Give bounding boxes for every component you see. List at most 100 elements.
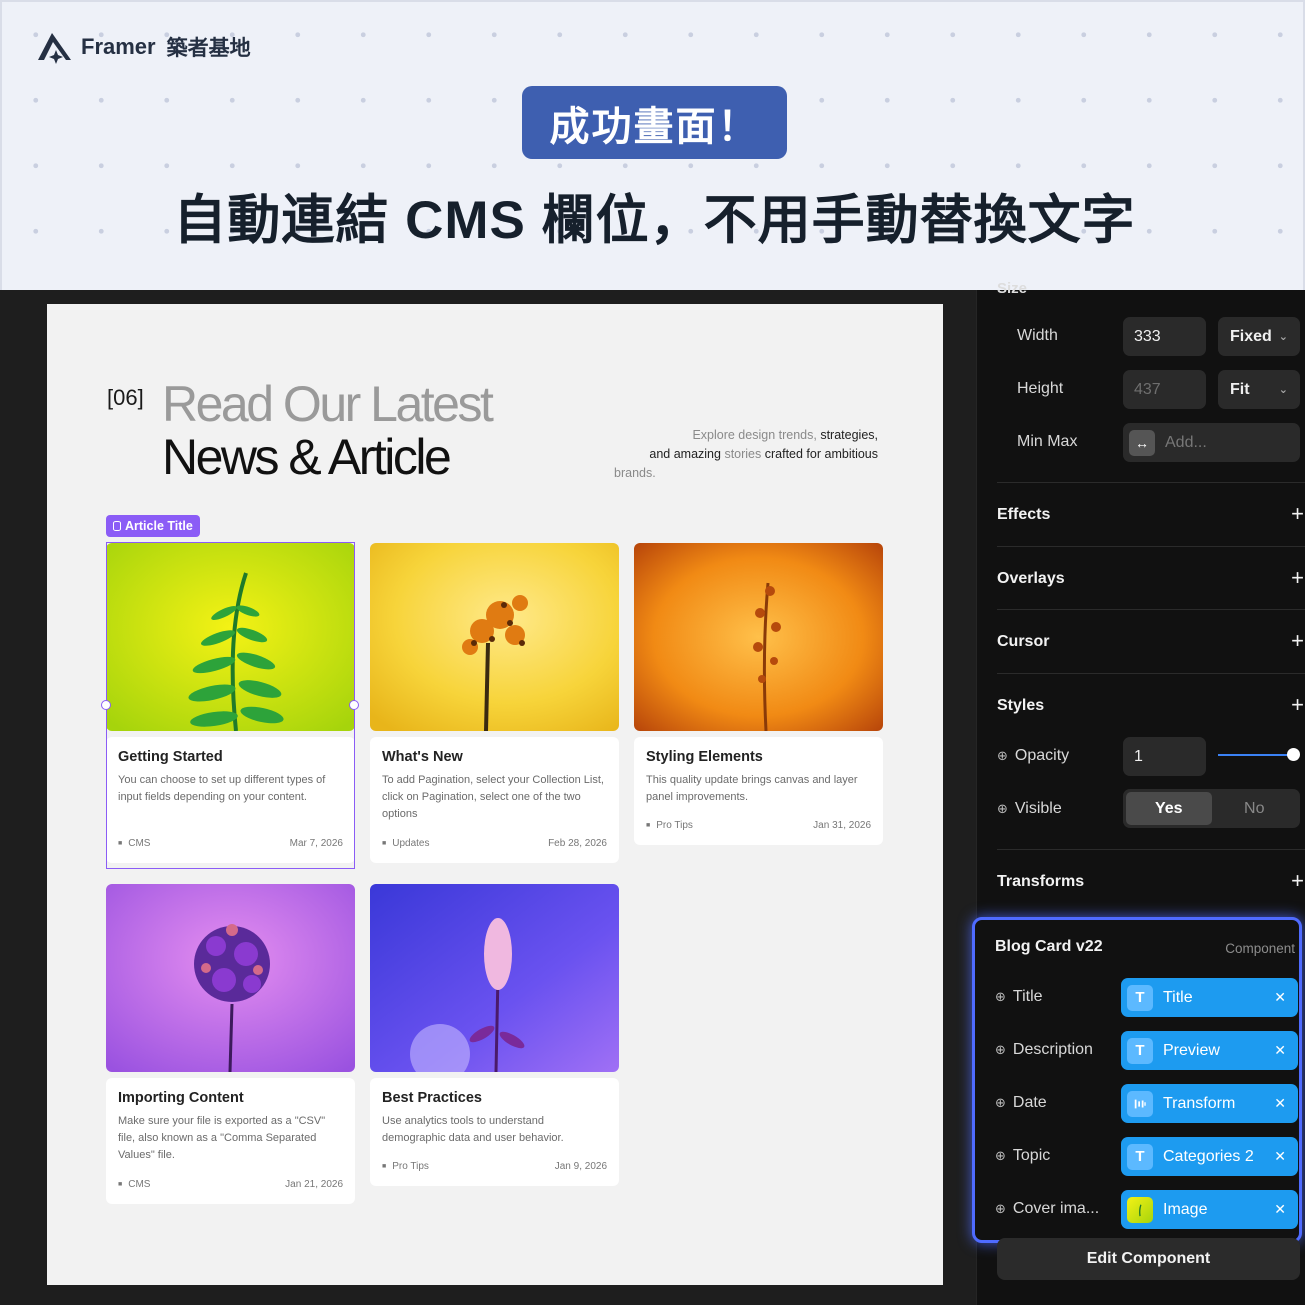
add-icon[interactable]: +: [1291, 692, 1304, 718]
chevron-down-icon: ⌄: [1278, 384, 1288, 396]
close-icon[interactable]: ✕: [1274, 1095, 1286, 1112]
prop-label-title: Title: [995, 988, 1043, 1006]
blog-card[interactable]: Best Practices Use analytics tools to un…: [370, 884, 619, 1186]
binding-value: Title: [1163, 988, 1193, 1006]
edit-component-button[interactable]: Edit Component: [997, 1238, 1300, 1280]
text-type-icon: T: [1127, 1143, 1153, 1170]
close-icon[interactable]: ✕: [1274, 989, 1286, 1006]
height-input[interactable]: 437: [1123, 370, 1206, 409]
card-description: This quality update brings canvas and la…: [646, 774, 858, 803]
binding-value: Categories 2: [1163, 1147, 1254, 1165]
width-mode-select[interactable]: Fixed ⌄: [1218, 317, 1300, 356]
blog-card[interactable]: Importing Content Make sure your file is…: [106, 884, 355, 1204]
prop-binding-description[interactable]: T Preview ✕: [1121, 1031, 1298, 1070]
text-type-icon: T: [1127, 984, 1153, 1011]
prop-binding-cover[interactable]: Image ✕: [1121, 1190, 1298, 1229]
binding-value: Image: [1163, 1200, 1208, 1218]
blog-card[interactable]: Getting Started You can choose to set up…: [106, 543, 355, 863]
database-icon: [113, 521, 121, 531]
selection-tag[interactable]: Article Title: [106, 515, 200, 537]
divider: [997, 482, 1305, 483]
promo-banner: Framer 築者基地 成功畫面！ 自動連結 CMS 欄位，不用手動替換文字: [0, 0, 1305, 290]
prop-label-topic: Topic: [995, 1147, 1050, 1165]
intro-text: Explore design trends, strategies, and a…: [614, 426, 878, 483]
height-label: Height: [1017, 380, 1064, 397]
component-kind: Component: [1225, 941, 1295, 956]
heading-light: Read Our Latest: [162, 376, 494, 432]
close-icon[interactable]: ✕: [1274, 1042, 1286, 1059]
card-topic: Updates: [382, 838, 429, 849]
success-badge: 成功畫面！: [522, 86, 787, 159]
divider: [997, 546, 1305, 547]
card-meta: CMS Mar 7, 2026: [118, 838, 343, 849]
transforms-section[interactable]: Transforms +: [997, 868, 1304, 893]
date-icon: [1127, 1090, 1153, 1117]
minmax-placeholder: Add...: [1165, 433, 1207, 451]
divider: [997, 673, 1305, 674]
brand-name-cn: 築者基地: [166, 37, 251, 60]
opacity-label: Opacity: [997, 747, 1069, 765]
add-icon[interactable]: +: [1291, 868, 1304, 894]
visible-label: Visible: [997, 800, 1062, 818]
effects-section[interactable]: Effects +: [997, 501, 1304, 526]
card-meta: CMS Jan 21, 2026: [118, 1179, 343, 1190]
card-meta: Pro Tips Jan 9, 2026: [382, 1161, 607, 1172]
styles-section[interactable]: Styles +: [997, 692, 1304, 717]
card-date: Jan 31, 2026: [813, 820, 871, 831]
prop-binding-title[interactable]: T Title ✕: [1121, 978, 1298, 1017]
card-title: What's New: [382, 749, 463, 765]
card-meta: Updates Feb 28, 2026: [382, 838, 607, 849]
card-topic: CMS: [118, 838, 150, 849]
overlays-section[interactable]: Overlays +: [997, 565, 1304, 590]
card-topic: Pro Tips: [646, 820, 693, 831]
resize-handle[interactable]: [349, 700, 359, 710]
selection-tag-label: Article Title: [125, 519, 193, 533]
card-body: Styling Elements This quality update bri…: [634, 737, 883, 845]
prop-binding-date[interactable]: Transform ✕: [1121, 1084, 1298, 1123]
visible-toggle[interactable]: Yes No: [1123, 789, 1300, 828]
opacity-input[interactable]: 1: [1123, 737, 1206, 776]
card-description: Use analytics tools to understand demogr…: [382, 1115, 564, 1144]
chevron-down-icon: ⌄: [1278, 331, 1288, 343]
prop-label-description: Description: [995, 1041, 1093, 1059]
intro-part: strategies,: [820, 428, 878, 442]
height-mode-select[interactable]: Fit ⌄: [1218, 370, 1300, 409]
size-section-title: Size: [997, 280, 1028, 297]
cursor-section[interactable]: Cursor +: [997, 628, 1304, 653]
width-label: Width: [1017, 327, 1058, 344]
card-date: Mar 7, 2026: [289, 838, 343, 849]
close-icon[interactable]: ✕: [1274, 1148, 1286, 1165]
add-icon[interactable]: +: [1291, 501, 1304, 527]
slider-knob[interactable]: [1287, 748, 1300, 761]
card-body: What's New To add Pagination, select you…: [370, 737, 619, 863]
card-topic: CMS: [118, 1179, 150, 1190]
design-canvas[interactable]: [06] Read Our Latest News & Article Expl…: [0, 290, 976, 1305]
section-label: Cursor: [997, 633, 1050, 650]
minmax-input[interactable]: ↔ Add...: [1123, 423, 1300, 462]
card-meta: Pro Tips Jan 31, 2026: [646, 820, 871, 831]
prop-binding-topic[interactable]: T Categories 2 ✕: [1121, 1137, 1298, 1176]
visible-no-option[interactable]: No: [1212, 792, 1298, 825]
artboard[interactable]: [06] Read Our Latest News & Article Expl…: [47, 304, 943, 1285]
card-title: Best Practices: [382, 1090, 482, 1106]
visible-yes-option[interactable]: Yes: [1126, 792, 1212, 825]
card-date: Jan 21, 2026: [285, 1179, 343, 1190]
blog-card[interactable]: What's New To add Pagination, select you…: [370, 543, 619, 863]
intro-part: brands.: [614, 466, 656, 480]
properties-panel: Size Width 333 Fixed ⌄ Height 437 Fit ⌄ Mi…: [972, 280, 1305, 1305]
width-input[interactable]: 333: [1123, 317, 1206, 356]
add-icon[interactable]: +: [1291, 565, 1304, 591]
card-description: Make sure your file is exported as a "CS…: [118, 1115, 326, 1161]
binding-value: Preview: [1163, 1041, 1220, 1059]
card-body: Best Practices Use analytics tools to un…: [370, 1078, 619, 1186]
close-icon[interactable]: ✕: [1274, 1201, 1286, 1218]
section-label: Overlays: [997, 570, 1065, 587]
opacity-slider[interactable]: [1218, 748, 1300, 761]
card-body: Importing Content Make sure your file is…: [106, 1078, 355, 1204]
banner-headline: 自動連結 CMS 欄位，不用手動替換文字: [173, 191, 1136, 250]
add-icon[interactable]: +: [1291, 628, 1304, 654]
resize-handle[interactable]: [101, 700, 111, 710]
heading-dark: News & Article: [162, 429, 452, 485]
card-cover-image: [370, 884, 619, 1072]
blog-card[interactable]: Styling Elements This quality update bri…: [634, 543, 883, 845]
